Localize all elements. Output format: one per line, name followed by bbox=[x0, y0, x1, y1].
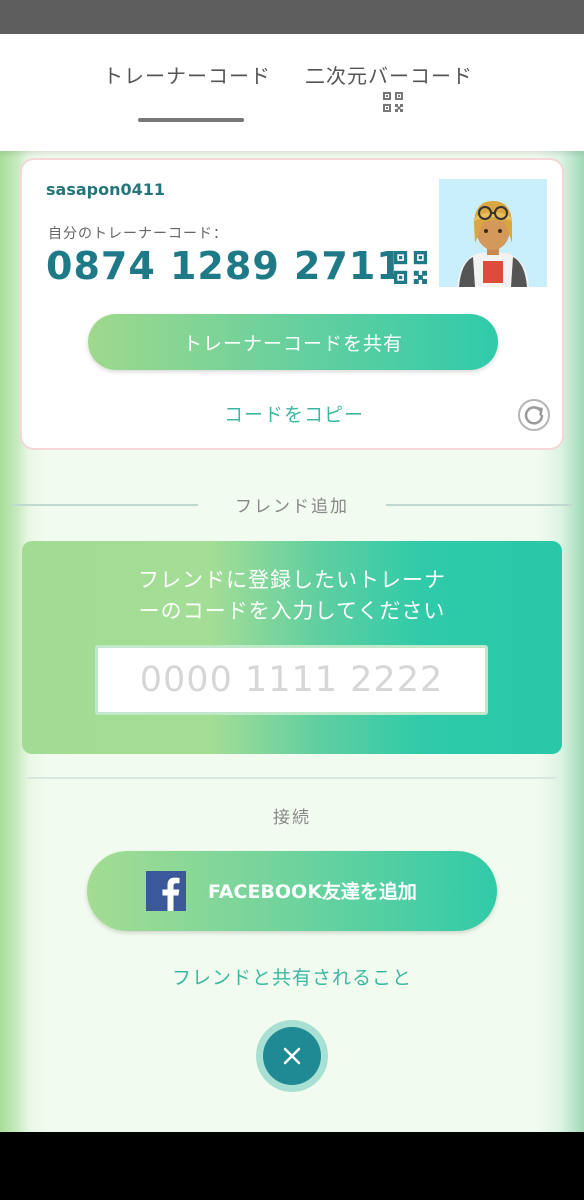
system-nav-bar bbox=[0, 1132, 584, 1200]
friend-code-input[interactable] bbox=[95, 645, 488, 715]
add-friend-prompt: フレンドに登録したいトレーナ ーのコードを入力してください bbox=[22, 565, 562, 627]
connect-heading: 接続 bbox=[273, 808, 311, 828]
copy-code-link[interactable]: コードをコピー bbox=[22, 400, 566, 427]
close-button-inner bbox=[263, 1027, 321, 1085]
tab-header: トレーナーコード 二次元バーコード bbox=[0, 34, 584, 151]
trainer-username: sasapon0411 bbox=[46, 180, 166, 199]
trainer-avatar[interactable] bbox=[439, 179, 547, 287]
divider-line bbox=[386, 504, 572, 506]
section-separator bbox=[28, 777, 556, 779]
trainer-code-label: 自分のトレーナーコード： bbox=[48, 226, 228, 242]
status-bar bbox=[0, 0, 584, 34]
trainer-code-value: 0874 1289 2711 bbox=[46, 244, 404, 288]
prompt-line-2: ーのコードを入力してください bbox=[138, 599, 446, 623]
facebook-icon bbox=[146, 871, 186, 911]
qr-code-icon[interactable] bbox=[394, 251, 427, 284]
trainer-code-card: sasapon0411 自分のトレーナーコード： 0874 1289 2711 bbox=[20, 158, 564, 450]
add-friend-panel: フレンドに登録したいトレーナ ーのコードを入力してください bbox=[22, 541, 562, 754]
share-trainer-code-button[interactable]: トレーナーコードを共有 bbox=[88, 314, 498, 370]
tab-qr-code[interactable]: 二次元バーコード bbox=[305, 60, 473, 89]
facebook-button-label: FACEBOOK友達を追加 bbox=[208, 881, 417, 903]
refresh-icon[interactable] bbox=[517, 398, 551, 432]
avatar-image bbox=[439, 179, 547, 287]
friend-add-divider: フレンド追加 bbox=[12, 490, 572, 520]
shared-with-friends-link[interactable]: フレンドと共有されること bbox=[0, 963, 584, 990]
add-facebook-friends-button[interactable]: FACEBOOK友達を追加 bbox=[87, 851, 497, 931]
active-tab-indicator bbox=[138, 118, 244, 122]
friend-add-screen: トレーナーコード 二次元バーコード sasapon0411 自分のトレーナーコー… bbox=[0, 34, 584, 1132]
tab-trainer-code[interactable]: トレーナーコード bbox=[103, 60, 271, 89]
close-button[interactable] bbox=[256, 1020, 328, 1092]
qr-code-icon[interactable] bbox=[383, 92, 403, 112]
prompt-line-1: フレンドに登録したいトレーナ bbox=[138, 568, 446, 592]
close-icon bbox=[283, 1047, 301, 1065]
